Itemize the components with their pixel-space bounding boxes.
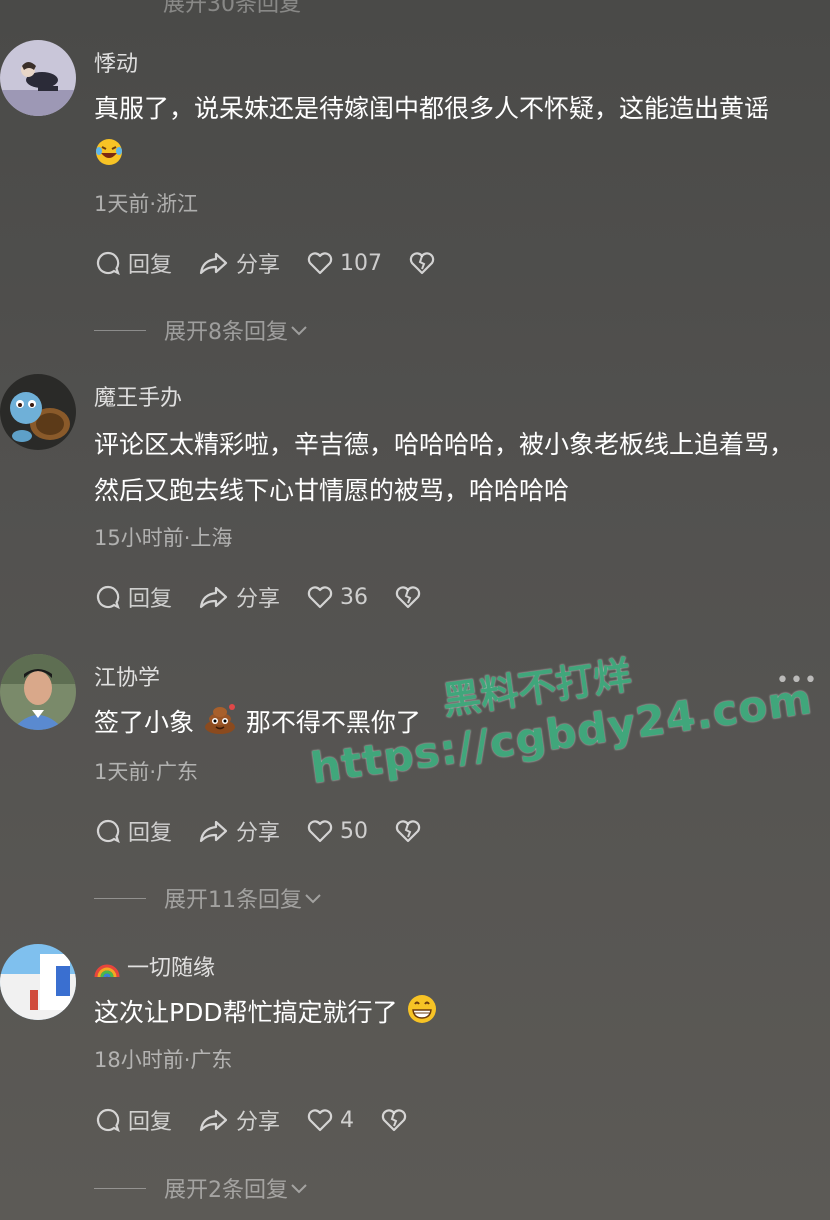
comment-meta: 18小时前·广东 — [94, 1048, 233, 1072]
dislike-button[interactable] — [394, 817, 428, 845]
comment-meta: 1天前·广东 — [94, 760, 199, 784]
dislike-button[interactable] — [408, 249, 442, 277]
share-label: 分享 — [236, 1110, 281, 1135]
expand-replies-previous[interactable]: 展开30条回复 — [163, 0, 301, 18]
divider-line — [94, 329, 146, 331]
avatar[interactable] — [0, 40, 76, 116]
like-count: 36 — [340, 584, 369, 610]
comment-bubble-icon — [96, 1108, 120, 1133]
like-button[interactable]: 107 — [306, 249, 382, 277]
reply-label: 回复 — [128, 587, 173, 612]
grinning-emoji — [406, 993, 438, 1040]
reply-label: 回复 — [128, 1110, 173, 1135]
comment-text: 真服了，说呆妹还是待嫁闺中都很多人不怀疑，这能造出黄谣 — [94, 86, 794, 182]
chevron-down-icon — [291, 326, 307, 336]
reply-button[interactable]: 回复 — [94, 1104, 172, 1136]
username-text: 一切随缘 — [127, 956, 216, 981]
share-label: 分享 — [236, 587, 281, 612]
avatar[interactable] — [0, 374, 76, 450]
like-button[interactable]: 4 — [306, 1106, 354, 1134]
avatar[interactable] — [0, 654, 76, 730]
poop-emoji — [202, 703, 238, 750]
reply-label: 回复 — [128, 253, 173, 278]
expand-replies-button[interactable]: 展开2条回复 — [94, 1172, 310, 1204]
broken-heart-icon — [409, 252, 435, 275]
comment-bubble-icon — [96, 251, 120, 276]
dislike-button[interactable] — [380, 1106, 414, 1134]
share-label: 分享 — [236, 821, 281, 846]
like-count: 107 — [340, 250, 383, 276]
broken-heart-icon — [381, 1109, 407, 1132]
comment-text-part: 签了小象 — [94, 708, 195, 737]
expand-label: 展开8条回复 — [164, 320, 288, 345]
share-label: 分享 — [236, 253, 281, 278]
comment-text: 评论区太精彩啦，辛吉德，哈哈哈哈，被小象老板线上追着骂，然后又跑去线下心甘情愿的… — [94, 430, 795, 505]
divider-line — [94, 1187, 146, 1189]
share-arrow-icon — [199, 1109, 228, 1132]
divider-line — [94, 897, 146, 899]
rainbow-emoji — [94, 957, 120, 985]
comment-actions: 回复 分享 107 — [94, 246, 468, 280]
reply-button[interactable]: 回复 — [94, 247, 172, 279]
share-button[interactable]: 分享 — [198, 815, 280, 847]
like-count: 4 — [340, 1107, 355, 1133]
broken-heart-icon — [395, 820, 421, 843]
username[interactable]: 悸动 — [94, 46, 138, 78]
rolling-laughing-emoji — [94, 136, 124, 182]
watermark: 黑料不打烊 https://cgbdy24.com — [300, 620, 816, 793]
comment-actions: 回复 分享 50 — [94, 814, 454, 848]
share-button[interactable]: 分享 — [198, 1104, 280, 1136]
expand-label: 展开2条回复 — [164, 1178, 288, 1203]
expand-replies-button[interactable]: 展开8条回复 — [94, 314, 310, 346]
like-button[interactable]: 50 — [306, 817, 368, 845]
comment-actions: 回复 分享 36 — [94, 580, 454, 614]
comment-bubble-icon — [96, 585, 120, 610]
share-button[interactable]: 分享 — [198, 247, 280, 279]
chevron-down-icon — [305, 894, 321, 904]
heart-icon — [307, 252, 333, 275]
expand-replies-button[interactable]: 展开11条回复 — [94, 882, 324, 914]
heart-icon — [307, 586, 333, 609]
avatar[interactable] — [0, 944, 76, 1020]
comment-text-body: 真服了，说呆妹还是待嫁闺中都很多人不怀疑，这能造出黄谣 — [94, 94, 770, 123]
share-arrow-icon — [199, 586, 228, 609]
expand-label: 展开11条回复 — [164, 888, 302, 913]
reply-button[interactable]: 回复 — [94, 581, 172, 613]
reply-label: 回复 — [128, 821, 173, 846]
share-arrow-icon — [199, 820, 228, 843]
comment-meta: 1天前·浙江 — [94, 192, 199, 216]
comment-bubble-icon — [96, 819, 120, 844]
username[interactable]: 一切随缘 — [94, 950, 215, 985]
username[interactable]: 江协学 — [94, 660, 160, 692]
like-count: 50 — [340, 818, 369, 844]
username[interactable]: 魔王手办 — [94, 380, 182, 412]
comment-actions: 回复 分享 4 — [94, 1103, 440, 1137]
chevron-down-icon — [291, 1184, 307, 1194]
heart-icon — [307, 1109, 333, 1132]
share-arrow-icon — [199, 252, 228, 275]
like-button[interactable]: 36 — [306, 583, 368, 611]
broken-heart-icon — [395, 586, 421, 609]
comment-meta: 15小时前·上海 — [94, 526, 233, 550]
reply-button[interactable]: 回复 — [94, 815, 172, 847]
heart-icon — [307, 820, 333, 843]
comment-text: 这次让PDD帮忙搞定就行了 — [94, 990, 794, 1040]
comment-text-body: 这次让PDD帮忙搞定就行了 — [94, 998, 398, 1027]
dislike-button[interactable] — [394, 583, 428, 611]
share-button[interactable]: 分享 — [198, 581, 280, 613]
